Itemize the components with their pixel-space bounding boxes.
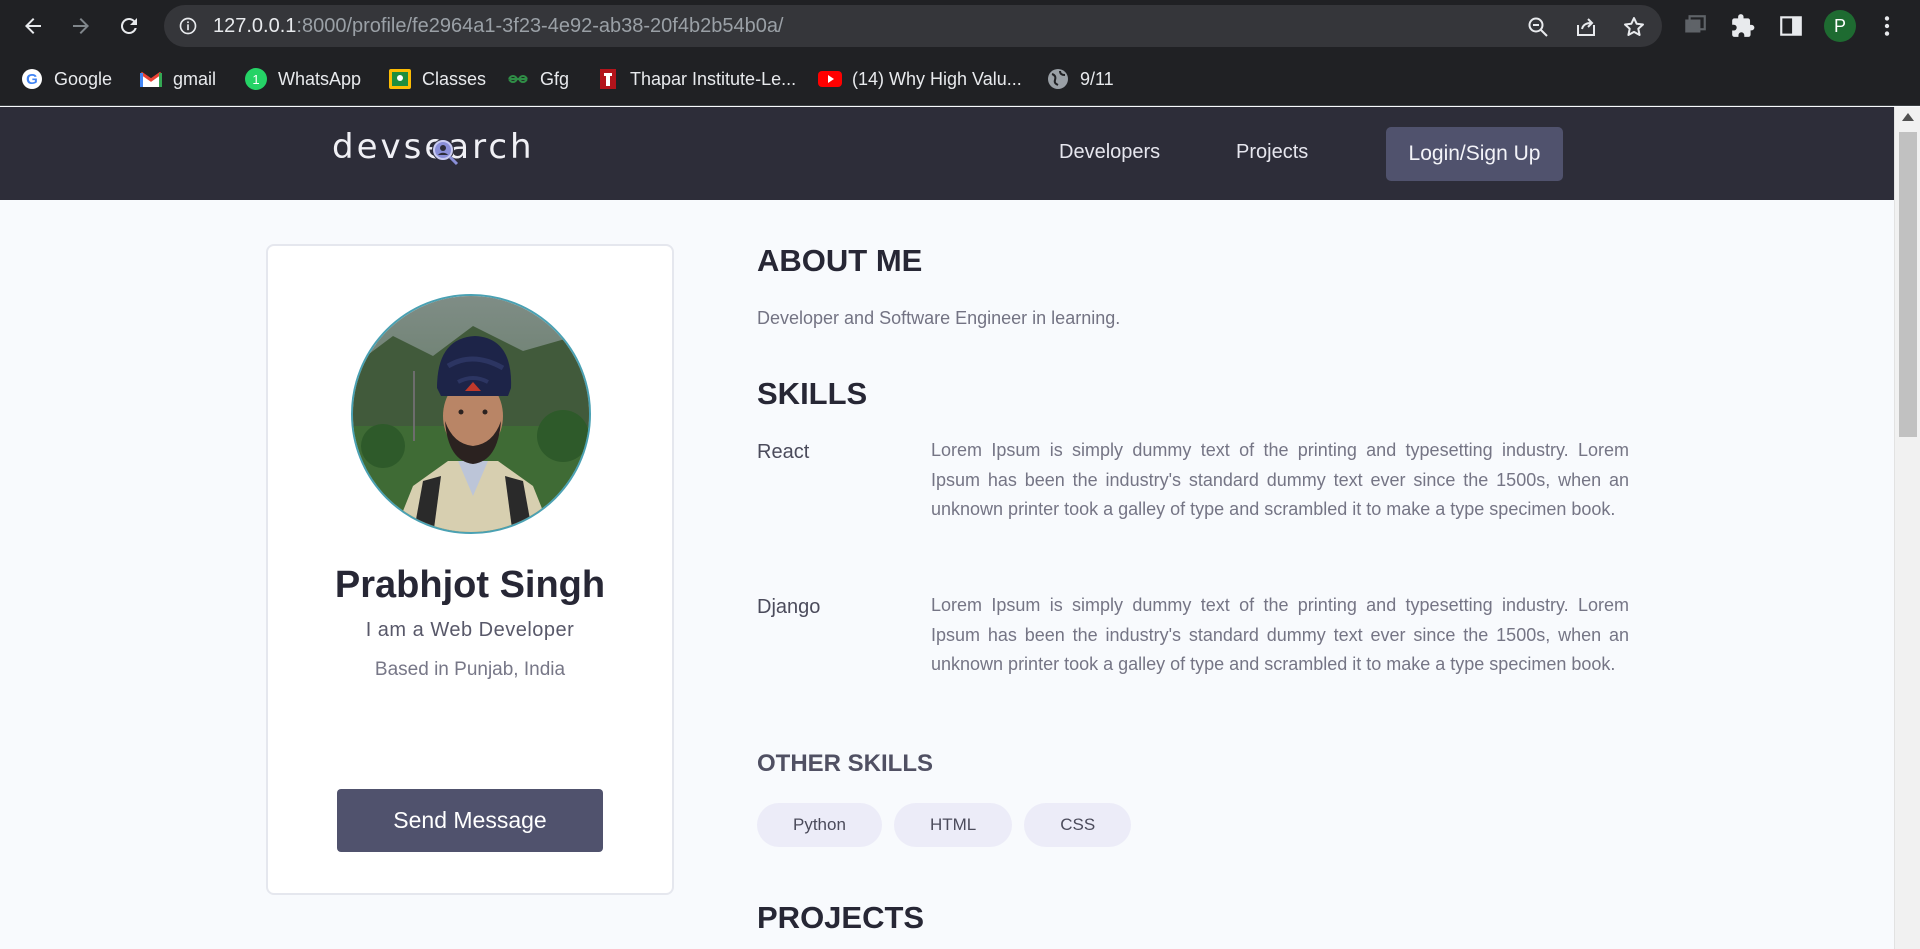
tab-search-icon[interactable] <box>1682 13 1708 39</box>
url-path: :8000/profile/fe2964a1-3f23-4e92-ab38-20… <box>296 15 784 37</box>
bookmark-label: Google <box>54 68 113 89</box>
gmail-icon <box>139 67 163 91</box>
whatsapp-icon: 1 <box>244 67 268 91</box>
svg-text:1: 1 <box>252 72 259 87</box>
nav-developers[interactable]: Developers <box>1059 141 1160 164</box>
globe-icon <box>1046 67 1070 91</box>
browser-toolbar: 127.0.0.1:8000/profile/fe2964a1-3f23-4e9… <box>0 0 1920 52</box>
bookmark-label: gmail <box>173 68 217 89</box>
reload-button[interactable] <box>114 11 144 41</box>
google-icon: G <box>20 67 44 91</box>
url-host: 127.0.0.1 <box>213 15 297 37</box>
skill-tag: CSS <box>1024 803 1132 847</box>
other-skills-list: Python HTML CSS <box>757 803 1132 847</box>
skill-name: React <box>757 441 810 463</box>
login-signup-button[interactable]: Login/Sign Up <box>1386 127 1563 181</box>
profile-avatar[interactable]: P <box>1824 10 1856 42</box>
bookmark-911[interactable]: 9/11 <box>1046 65 1114 93</box>
profile-photo <box>351 294 591 534</box>
bookmark-label: WhatsApp <box>278 68 362 89</box>
bookmark-whatsapp[interactable]: 1 WhatsApp <box>244 65 361 93</box>
skill-tag: HTML <box>893 803 1013 847</box>
skill-description: Lorem Ipsum is simply dummy text of the … <box>931 595 1629 674</box>
bookmark-label: Classes <box>422 68 487 89</box>
site-info-icon[interactable] <box>178 16 198 36</box>
share-icon[interactable] <box>1574 15 1598 39</box>
bookmark-label: (14) Why High Valu... <box>852 68 1022 89</box>
classroom-icon <box>388 67 412 91</box>
bookmark-gmail[interactable]: gmail <box>139 65 216 93</box>
profile-headline: I am a Web Developer <box>365 619 575 641</box>
site-header: devsearch Developers Projects Login/Sign… <box>0 107 1894 200</box>
about-title: ABOUT ME <box>757 243 923 278</box>
skill-name: Django <box>757 596 821 618</box>
scroll-thumb[interactable] <box>1899 132 1917 437</box>
bookmark-star-icon[interactable] <box>1622 15 1646 39</box>
send-message-button[interactable]: Send Message <box>337 789 603 852</box>
page-scrollbar[interactable] <box>1894 107 1920 949</box>
youtube-icon <box>818 67 842 91</box>
menu-kebab-icon[interactable] <box>1874 13 1900 39</box>
about-text: Developer and Software Engineer in learn… <box>757 308 1121 328</box>
bookmark-label: Gfg <box>540 68 570 89</box>
bookmark-thapar[interactable]: Thapar Institute-Le... <box>596 65 796 93</box>
bookmark-label: Thapar Institute-Le... <box>630 68 797 89</box>
zoom-icon[interactable] <box>1526 15 1550 39</box>
other-skills-title: OTHER SKILLS <box>757 750 934 777</box>
bookmark-youtube[interactable]: (14) Why High Valu... <box>818 65 1022 93</box>
svg-text:G: G <box>26 71 38 88</box>
extensions-icon[interactable] <box>1730 13 1756 39</box>
profile-location: Based in Punjab, India <box>374 659 566 680</box>
bookmarks-bar: G Google gmail 1 WhatsApp Classes Gfg Th… <box>0 52 1920 106</box>
skill-description: Lorem Ipsum is simply dummy text of the … <box>931 440 1629 519</box>
scroll-up-icon[interactable] <box>1902 113 1914 121</box>
bookmark-label: 9/11 <box>1080 68 1114 89</box>
profile-card: Prabhjot Singh I am a Web Developer Base… <box>266 244 674 895</box>
skills-title: SKILLS <box>757 376 868 411</box>
thapar-icon <box>596 67 620 91</box>
bookmark-classes[interactable]: Classes <box>388 65 486 93</box>
address-bar[interactable]: 127.0.0.1:8000/profile/fe2964a1-3f23-4e9… <box>164 5 1662 47</box>
page-viewport: devsearch Developers Projects Login/Sign… <box>0 107 1894 949</box>
magnifier-logo-icon <box>432 139 459 166</box>
nav-projects[interactable]: Projects <box>1236 141 1308 164</box>
projects-title: PROJECTS <box>757 900 925 935</box>
profile-name: Prabhjot Singh <box>334 564 606 606</box>
gfg-icon <box>506 67 530 91</box>
back-button[interactable] <box>18 11 48 41</box>
skill-tag: Python <box>757 803 882 847</box>
forward-arrow-icon <box>73 18 89 34</box>
bookmark-gfg[interactable]: Gfg <box>506 65 569 93</box>
back-arrow-icon <box>25 18 41 34</box>
url-text[interactable]: 127.0.0.1:8000/profile/fe2964a1-3f23-4e9… <box>213 5 784 47</box>
reload-icon <box>120 17 137 34</box>
side-panel-icon[interactable] <box>1778 13 1804 39</box>
forward-button[interactable] <box>66 11 96 41</box>
bookmark-google[interactable]: G Google <box>20 65 112 93</box>
